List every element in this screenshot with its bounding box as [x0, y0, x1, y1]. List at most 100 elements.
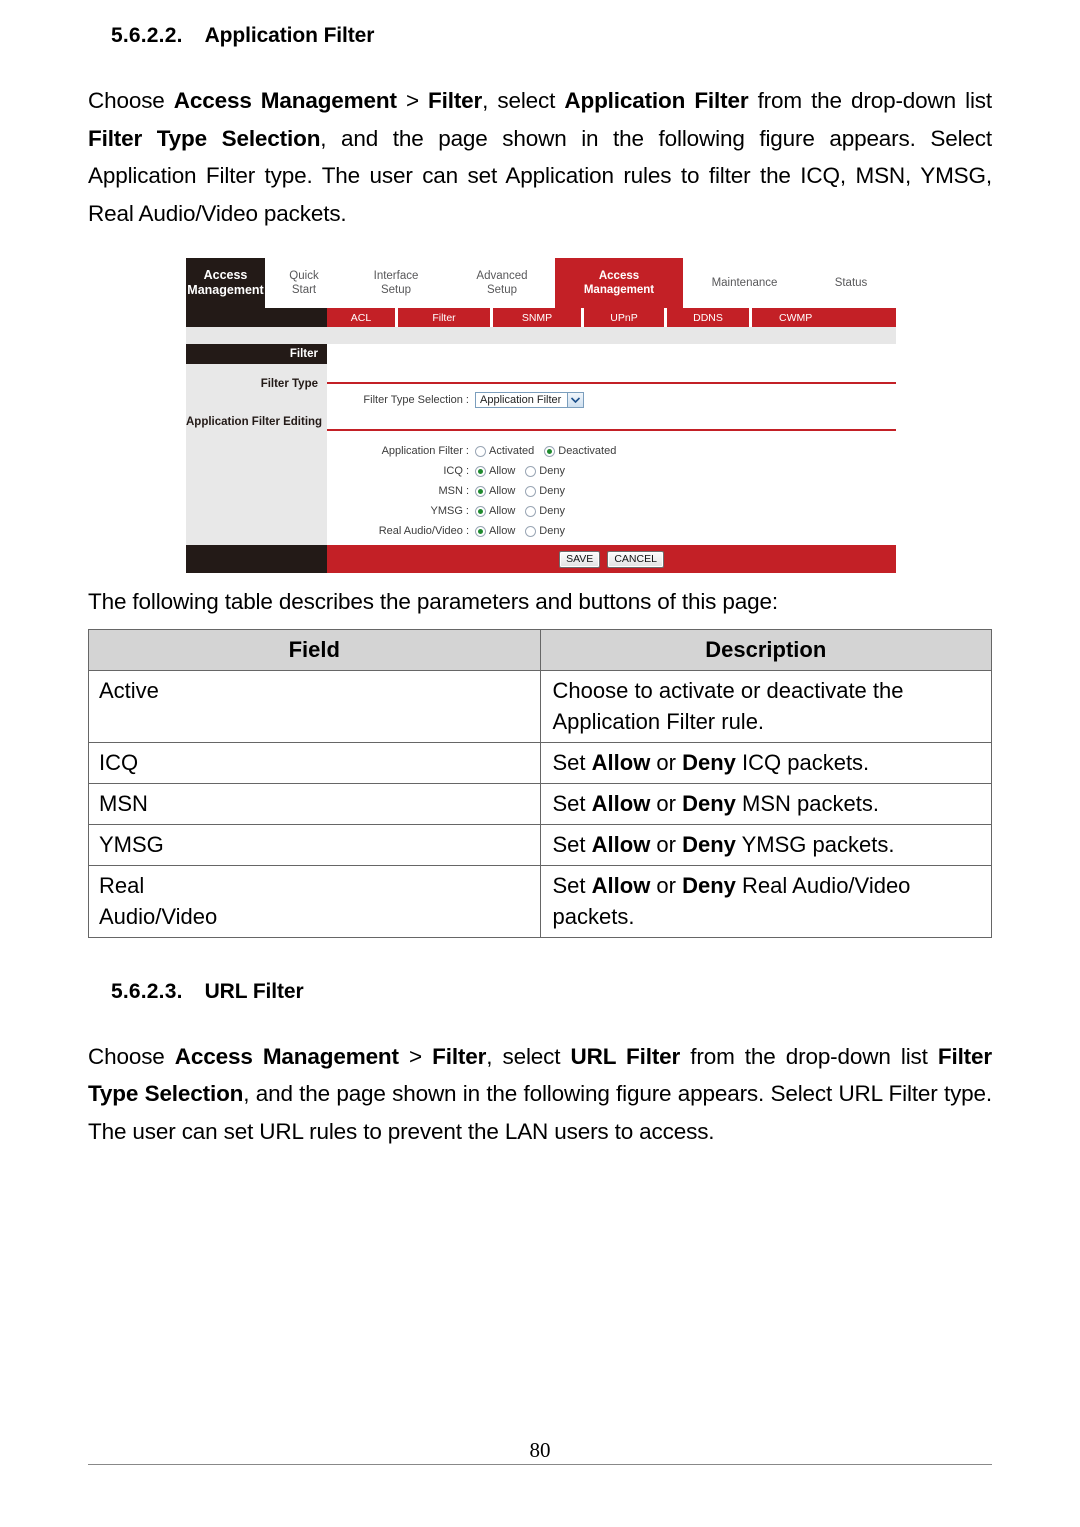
router-form-panel: Filter Type Selection : Application Filt…	[327, 344, 896, 545]
radio-icon-activated[interactable]	[475, 445, 486, 457]
radio-icon-ymsg-deny[interactable]	[525, 505, 537, 517]
tab-access-management[interactable]: Access Management	[555, 258, 683, 308]
save-button[interactable]: SAVE	[559, 550, 601, 568]
radio-icon-icq-allow[interactable]	[475, 465, 486, 477]
chevron-down-icon[interactable]	[567, 393, 584, 407]
table-row: Active Choose to activate or deactivate …	[88, 669, 992, 743]
router-main-tab-bar: Quick Start Interface Setup Advanced Set…	[265, 258, 896, 308]
desc-text: Set	[552, 749, 592, 775]
left-panel-label-filter-type: Filter Type	[260, 378, 318, 390]
text-bold-url-filter: URL Filter	[570, 1043, 681, 1069]
table-cell-description: Choose to activate or deactivate the App…	[539, 669, 992, 743]
radio-option-msn-allow[interactable]: Allow	[475, 485, 515, 497]
text-fragment: Choose	[88, 1043, 175, 1069]
text-fragment: >	[396, 88, 429, 113]
tab-status[interactable]: Status	[806, 258, 896, 308]
desc-text: or	[650, 749, 683, 775]
router-action-bar: SAVE CANCEL	[186, 545, 896, 573]
table-row: Real Audio/Video Set Allow or Deny Real A…	[88, 864, 992, 938]
radio-option-real-deny[interactable]: Deny	[525, 525, 565, 537]
sub-tab-snmp[interactable]: SNMP	[493, 308, 581, 327]
desc-text: Set	[552, 872, 592, 898]
paragraph-table-intro: The following table describes the parame…	[88, 589, 778, 614]
label-ymsg: YMSG :	[430, 505, 469, 517]
tab-advanced-setup[interactable]: Advanced Setup	[449, 258, 555, 308]
radio-option-ymsg-allow[interactable]: Allow	[475, 505, 515, 517]
radio-label-msn-allow: Allow	[489, 485, 516, 497]
text-fragment: from the drop-down list	[680, 1043, 938, 1069]
radio-group-real-audio-video: Allow Deny	[475, 525, 571, 537]
radio-icon-msn-deny[interactable]	[525, 485, 537, 497]
router-top-bar: Access Management Quick Start Interface …	[186, 258, 896, 308]
text-bold-filter: Filter	[428, 88, 483, 113]
table-cell-field: YMSG	[88, 823, 541, 866]
desc-text: ICQ packets.	[735, 749, 870, 775]
desc-text: Choose to activate or deactivate the App…	[552, 677, 904, 734]
field-row-real-audio-video: Real Audio/Video : Allow Deny	[327, 525, 896, 537]
radio-option-icq-deny[interactable]: Deny	[525, 465, 565, 477]
table-cell-field: MSN	[88, 782, 541, 825]
label-filter-type-selection: Filter Type Selection :	[363, 394, 469, 406]
radio-option-icq-allow[interactable]: Allow	[475, 465, 515, 477]
sub-tab-ddns[interactable]: DDNS	[667, 308, 749, 327]
radio-icon-icq-deny[interactable]	[525, 465, 537, 477]
footer-divider	[88, 1464, 992, 1465]
text-fragment: Choose	[88, 88, 174, 113]
radio-option-deactivated[interactable]: Deactivated	[544, 445, 616, 457]
field-row-icq: ICQ : Allow Deny	[327, 465, 896, 477]
section-number: 5.6.2.2.	[110, 24, 183, 47]
left-panel-label-application-filter-editing: Application Filter Editing	[186, 416, 323, 428]
field-line-2: Audio/Video	[99, 903, 218, 929]
section-number: 5.6.2.3.	[110, 979, 183, 1003]
left-panel-title-filter: Filter	[186, 344, 327, 364]
sub-tab-cwmp[interactable]: CWMP	[752, 308, 896, 327]
table-row: YMSG Set Allow or Deny YMSG packets.	[88, 823, 992, 866]
radio-option-ymsg-deny[interactable]: Deny	[525, 505, 565, 517]
label-real-audio-video: Real Audio/Video :	[378, 525, 469, 537]
router-left-panel: Filter Filter Type Application Filter Ed…	[186, 344, 327, 545]
router-divider-strip	[186, 327, 896, 344]
desc-bold-allow: Allow	[591, 872, 651, 898]
section-heading-url-filter: 5.6.2.3. URL Filter	[88, 956, 992, 1028]
desc-bold-deny: Deny	[682, 749, 736, 775]
sub-tab-acl[interactable]: ACL	[327, 308, 395, 327]
radio-option-activated[interactable]: Activated	[475, 445, 534, 457]
radio-icon-deactivated[interactable]	[544, 445, 556, 457]
field-row-filter-type-selection: Filter Type Selection : Application Filt…	[327, 392, 896, 408]
radio-label-real-allow: Allow	[489, 525, 516, 537]
application-filter-options: Application Filter : Activated Deactivat…	[327, 445, 896, 537]
table-cell-field: Active	[88, 669, 541, 743]
text-fragment: from the drop-down list	[748, 88, 993, 113]
radio-icon-ymsg-allow[interactable]	[475, 505, 486, 517]
parameters-table: Field Description Active Choose to activ…	[88, 628, 992, 938]
radio-icon-real-allow[interactable]	[475, 525, 486, 537]
dropdown-selected-value: Application Filter	[480, 394, 562, 406]
table-cell-description: Set Allow or Deny ICQ packets.	[539, 741, 992, 784]
radio-label-ymsg-deny: Deny	[539, 505, 565, 517]
router-sub-tab-bar: ACL Filter SNMP UPnP DDNS CWMP	[186, 308, 896, 327]
desc-bold-allow: Allow	[591, 790, 651, 816]
tab-quick-start[interactable]: Quick Start	[265, 258, 343, 308]
tab-maintenance[interactable]: Maintenance	[683, 258, 806, 308]
section-title: Application Filter	[204, 24, 375, 47]
desc-text: Set	[552, 790, 592, 816]
radio-icon-real-deny[interactable]	[525, 525, 537, 537]
filter-type-selection-dropdown[interactable]: Application Filter	[475, 392, 585, 408]
tab-interface-setup[interactable]: Interface Setup	[343, 258, 449, 308]
table-header-field: Field	[88, 628, 541, 671]
table-row: ICQ Set Allow or Deny ICQ packets.	[88, 741, 992, 784]
text-fragment: >	[398, 1043, 433, 1069]
radio-group-msn: Allow Deny	[475, 485, 571, 497]
section-rule-filter-type	[327, 382, 896, 384]
cancel-button[interactable]: CANCEL	[607, 550, 664, 568]
sub-tab-upnp[interactable]: UPnP	[584, 308, 664, 327]
router-brand-access-management: Access Management	[186, 258, 265, 308]
radio-option-real-allow[interactable]: Allow	[475, 525, 515, 537]
table-cell-field: Real Audio/Video	[88, 864, 541, 938]
router-content-area: Filter Filter Type Application Filter Ed…	[186, 344, 896, 545]
sub-tab-filter[interactable]: Filter	[398, 308, 490, 327]
radio-icon-msn-allow[interactable]	[475, 485, 486, 497]
page-footer: 80	[88, 1438, 992, 1465]
radio-option-msn-deny[interactable]: Deny	[525, 485, 565, 497]
section-heading-application-filter: 5.6.2.2. Application Filter	[88, 0, 992, 72]
